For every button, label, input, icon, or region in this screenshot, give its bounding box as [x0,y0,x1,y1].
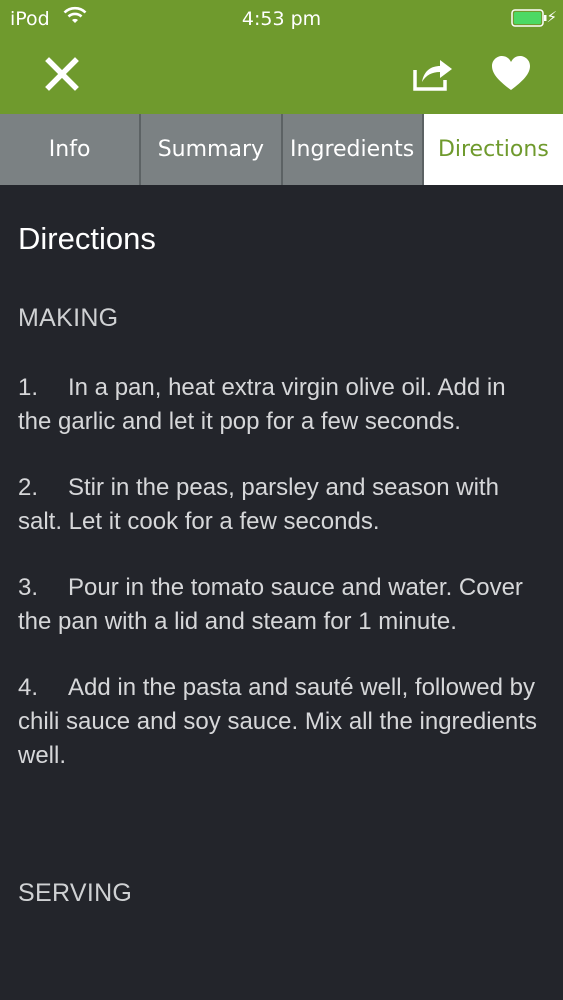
section-heading-making: MAKING [18,304,119,332]
direction-step: 1. In a pan, heat extra virgin olive oil.… [18,371,543,439]
step-text: Stir in the peas, parsley and season wit… [18,474,499,535]
direction-step: 3. Pour in the tomato sauce and water. Co… [18,571,543,639]
directions-content: Directions MAKING 1. In a pan, heat extra… [18,185,543,909]
step-number: 3. [18,574,39,601]
battery-icon [511,9,547,27]
charging-icon: ⚡ [546,8,557,26]
close-icon [45,57,79,95]
tab-directions[interactable]: Directions [423,114,563,185]
share-button[interactable] [398,38,468,114]
step-number: 1. [18,374,39,401]
close-button[interactable] [30,38,94,114]
tab-bar: Info Summary Ingredients Directions [0,114,563,185]
direction-step: 4. Add in the pasta and sauté well, follo… [18,671,543,773]
step-text: In a pan, heat extra virgin olive oil. A… [18,374,506,435]
step-number: 2. [18,474,39,501]
step-text: Add in the pasta and sauté well, followe… [18,674,537,769]
section-heading-serving: SERVING [18,879,133,907]
page-title: Directions [18,221,156,256]
tab-info[interactable]: Info [0,114,142,185]
direction-step: 2. Stir in the peas, parsley and season w… [18,471,543,539]
step-text: Pour in the tomato sauce and water. Cove… [18,574,523,635]
heart-icon [491,56,531,96]
tab-summary[interactable]: Summary [141,114,283,185]
tab-ingredients[interactable]: Ingredients [282,114,424,185]
status-bar: iPod 4:53 pm ⚡ [0,0,563,38]
favorite-button[interactable] [478,38,544,114]
clock: 4:53 pm [241,8,322,30]
nav-bar [0,38,563,114]
share-icon [412,56,454,96]
step-number: 4. [18,674,39,701]
